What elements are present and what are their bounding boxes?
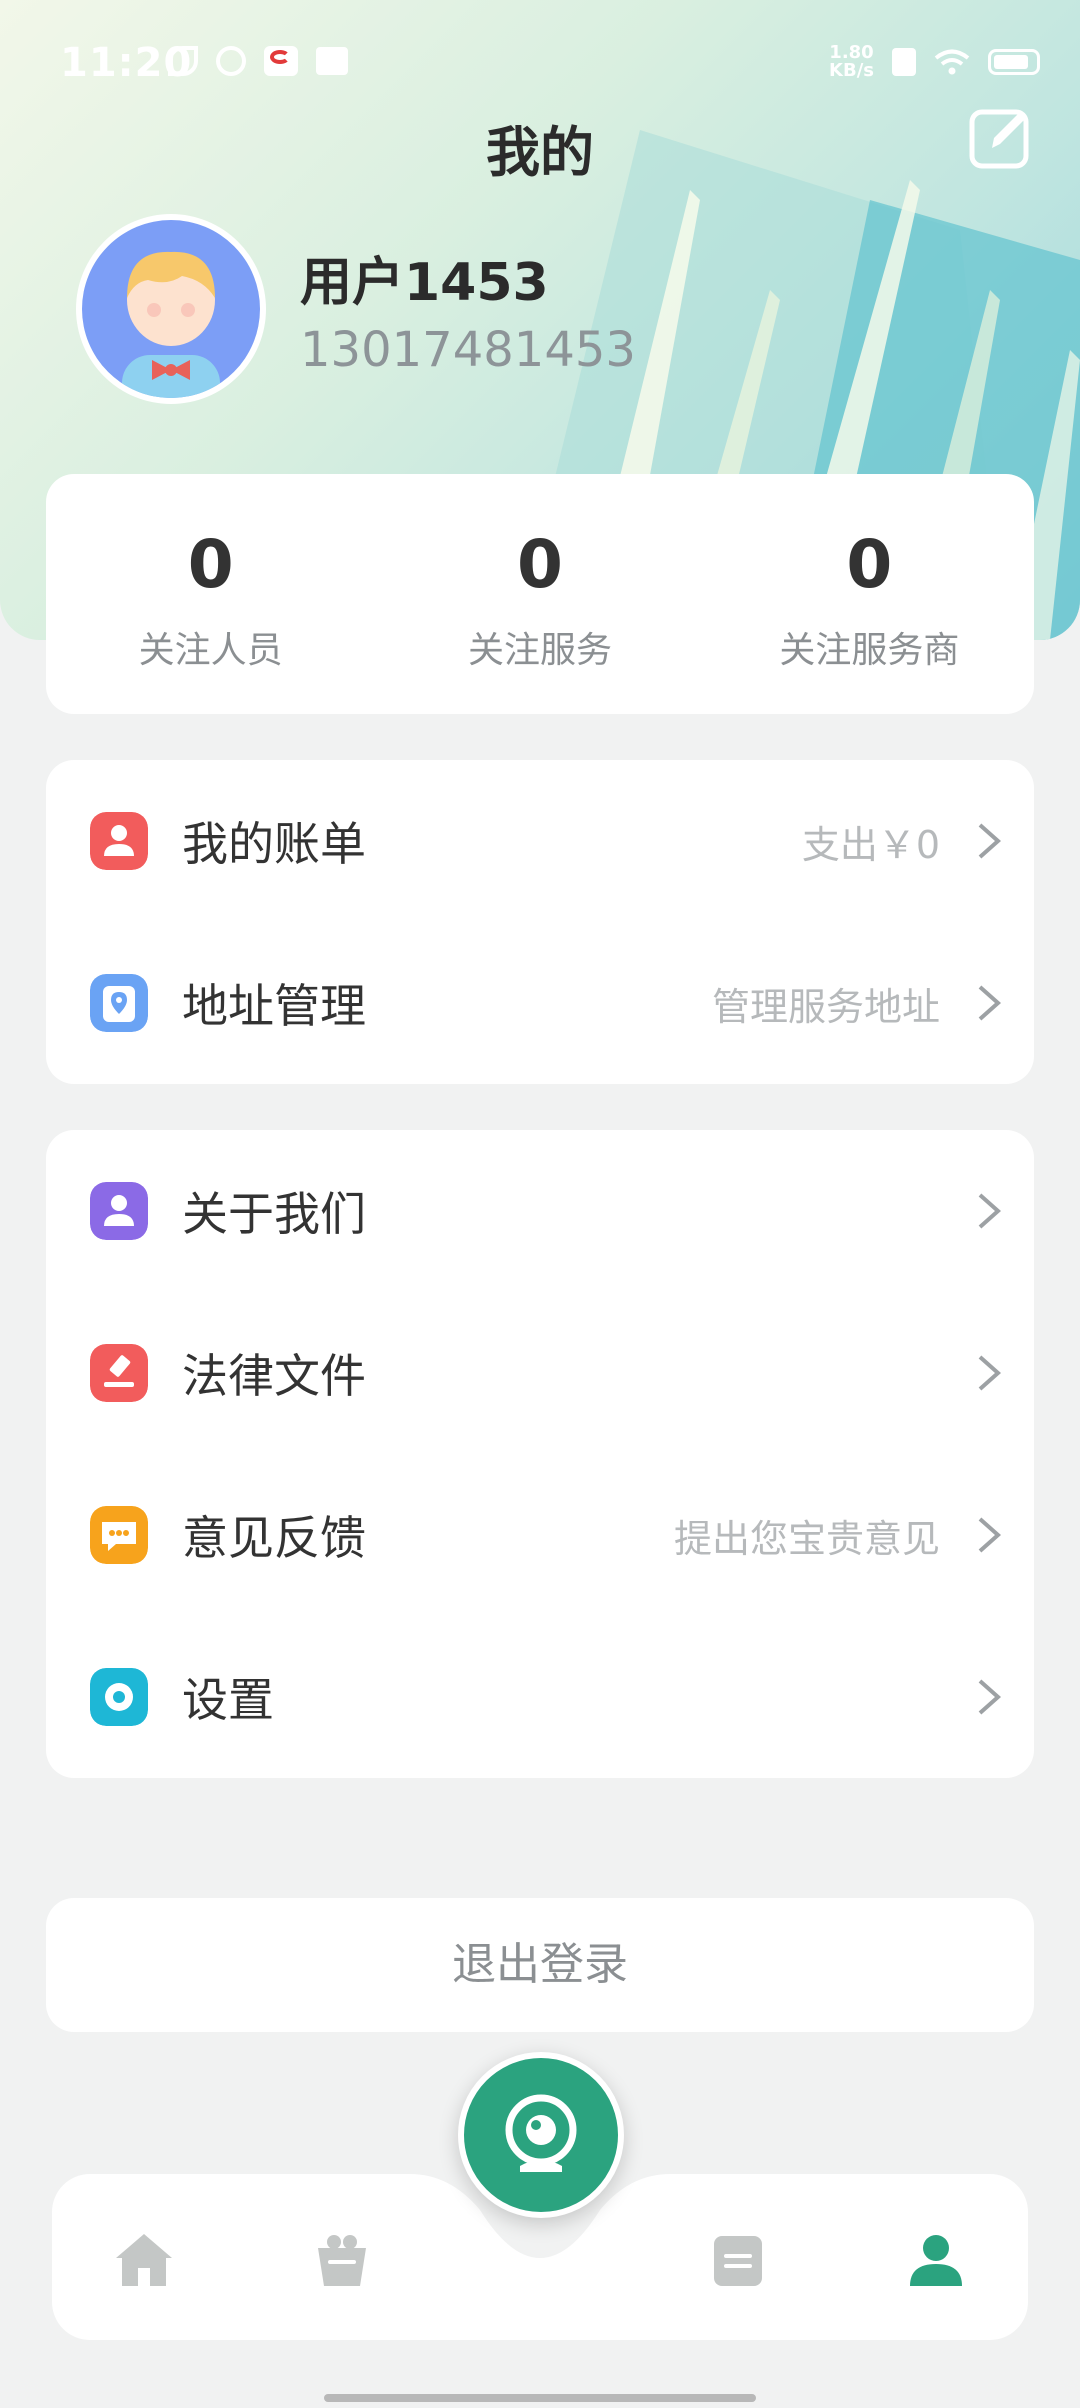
stat-label: 关注服务 (467, 630, 612, 671)
menu-item-label: 我的账单 (182, 817, 366, 871)
menu-item-value: 提出您宝贵意见 (673, 1516, 940, 1561)
menu-item-about[interactable]: 关于我们 (46, 1130, 1034, 1292)
status-system-icons: 1.80 KB/s (829, 44, 1040, 80)
menu-group-info: 关于我们 法律文件 意见反馈 提出您宝贵意见 设置 (46, 1130, 1034, 1778)
status-notification-icons (168, 46, 348, 76)
status-bar: 11:20 1.80 KB/s (0, 0, 1080, 120)
page-title: 我的 (486, 121, 594, 184)
menu-item-feedback[interactable]: 意见反馈 提出您宝贵意见 (46, 1454, 1034, 1616)
edit-icon[interactable] (968, 106, 1032, 170)
avatar[interactable] (76, 214, 266, 404)
menu-item-bills[interactable]: 我的账单 支出￥0 (46, 760, 1034, 922)
profile-icon[interactable] (904, 2230, 968, 2290)
about-icon (90, 1182, 148, 1240)
stat-value: 0 (187, 526, 234, 603)
chevron-right-icon (978, 1355, 1002, 1391)
sim-icon (892, 48, 916, 76)
circle-icon (216, 46, 246, 76)
image-icon (316, 47, 348, 75)
menu-group-account: 我的账单 支出￥0 地址管理 管理服务地址 (46, 760, 1034, 1084)
feedback-icon (90, 1506, 148, 1564)
stats-card: 0 关注人员 0 关注服务 0 关注服务商 (46, 474, 1034, 714)
menu-item-value: 管理服务地址 (711, 984, 940, 1029)
stat-label: 关注人员 (138, 630, 283, 671)
stat-followed-providers[interactable]: 0 关注服务商 (705, 474, 1034, 714)
chevron-right-icon (978, 1193, 1002, 1229)
menu-item-label: 法律文件 (182, 1349, 366, 1403)
stat-followed-services[interactable]: 0 关注服务 (375, 474, 704, 714)
chevron-right-icon (978, 985, 1002, 1021)
menu-item-settings[interactable]: 设置 (46, 1616, 1034, 1778)
camera-button[interactable] (458, 2052, 624, 2218)
logout-button[interactable]: 退出登录 (46, 1898, 1034, 2032)
bill-icon (90, 812, 148, 870)
menu-item-label: 设置 (182, 1673, 274, 1727)
home-icon[interactable] (112, 2230, 176, 2290)
menu-item-label: 地址管理 (182, 979, 366, 1033)
menu-item-label: 关于我们 (182, 1187, 366, 1241)
gavel-icon (90, 1344, 148, 1402)
app-logo-icon (264, 46, 298, 76)
menu-item-label: 意见反馈 (182, 1511, 366, 1565)
orders-icon[interactable] (706, 2230, 770, 2290)
net-speed: 1.80 KB/s (829, 42, 874, 81)
chevron-right-icon (978, 823, 1002, 859)
stat-followed-people[interactable]: 0 关注人员 (46, 474, 375, 714)
username: 用户1453 (300, 253, 549, 313)
location-icon (90, 974, 148, 1032)
battery-icon (988, 49, 1040, 75)
home-indicator[interactable] (324, 2394, 756, 2402)
stat-label: 关注服务商 (779, 630, 960, 671)
wifi-icon (934, 49, 970, 75)
stat-value: 0 (517, 526, 563, 603)
chevron-right-icon (978, 1517, 1002, 1553)
menu-item-value: 支出￥0 (801, 822, 940, 867)
chevron-right-icon (978, 1679, 1002, 1715)
settings-icon (90, 1668, 148, 1726)
menu-item-address[interactable]: 地址管理 管理服务地址 (46, 922, 1034, 1084)
gift-icon[interactable] (310, 2230, 374, 2290)
leaf-icon (168, 46, 198, 76)
stat-value: 0 (846, 526, 893, 603)
camera-icon (505, 2094, 577, 2172)
phone-number: 13017481453 (300, 322, 636, 378)
menu-item-legal[interactable]: 法律文件 (46, 1292, 1034, 1454)
